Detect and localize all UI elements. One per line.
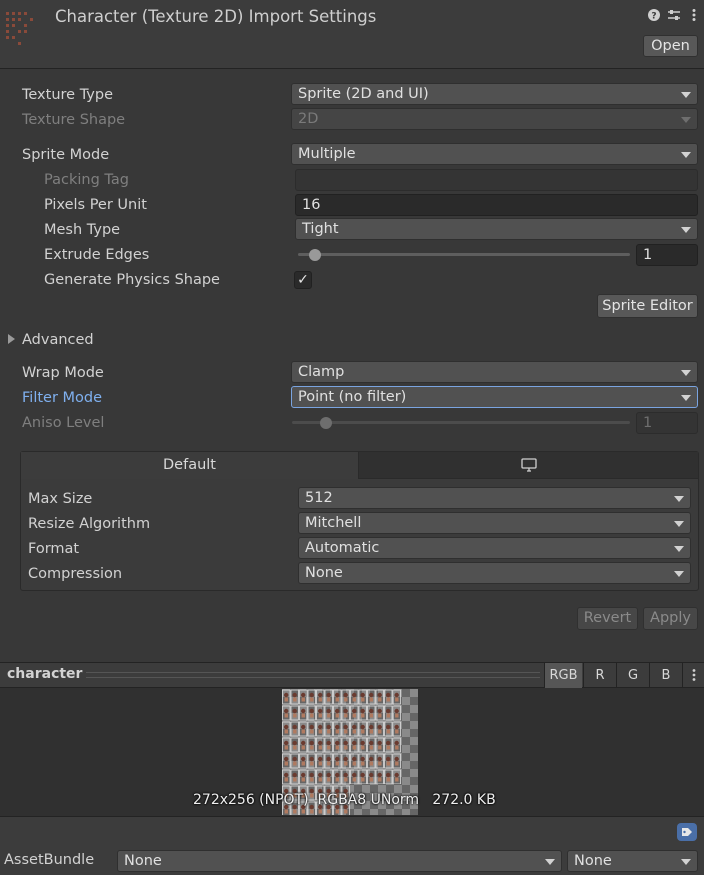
chevron-down-icon (681, 859, 691, 865)
texture-shape-label: Texture Shape (22, 112, 126, 128)
compression-dropdown[interactable]: None (298, 562, 691, 584)
mesh-type-label: Mesh Type (44, 222, 121, 238)
resize-algorithm-value: Mitchell (305, 515, 362, 531)
chevron-down-icon (674, 521, 684, 527)
sprite-editor-button[interactable]: Sprite Editor (597, 294, 698, 318)
chevron-down-icon (681, 370, 691, 376)
sprite-mode-value: Multiple (298, 146, 356, 162)
pixels-per-unit-field[interactable]: 16 (295, 194, 698, 216)
channel-b-button[interactable]: B (649, 663, 682, 688)
aniso-level-slider-knob (319, 417, 332, 429)
channel-g-button[interactable]: G (616, 663, 649, 688)
more-icon[interactable] (686, 8, 702, 24)
chevron-down-icon (674, 546, 684, 552)
format-label: Format (28, 541, 80, 557)
extrude-edges-label: Extrude Edges (44, 247, 150, 263)
format-value: Automatic (305, 540, 380, 556)
pixels-per-unit-label: Pixels Per Unit (44, 197, 147, 213)
aniso-level-field: 1 (636, 412, 698, 434)
aniso-level-slider-track (292, 421, 630, 424)
asset-bundle-label: AssetBundle (4, 852, 95, 868)
channel-rgb-button[interactable]: RGB (544, 663, 582, 688)
packing-tag-label: Packing Tag (44, 172, 129, 188)
chevron-down-icon (674, 571, 684, 577)
wrap-mode-label: Wrap Mode (22, 365, 104, 381)
filter-mode-label: Filter Mode (22, 390, 103, 406)
asset-bundle-variant-dropdown[interactable]: None (567, 850, 698, 872)
max-size-dropdown[interactable]: 512 (298, 487, 691, 509)
format-dropdown[interactable]: Automatic (298, 537, 691, 559)
resize-algorithm-dropdown[interactable]: Mitchell (298, 512, 691, 534)
expand-arrow-icon[interactable] (8, 334, 15, 344)
max-size-label: Max Size (28, 491, 93, 507)
compression-label: Compression (28, 566, 123, 582)
open-button[interactable]: Open (643, 35, 698, 57)
resize-algorithm-label: Resize Algorithm (28, 516, 151, 532)
wrap-mode-dropdown[interactable]: Clamp (291, 361, 698, 383)
generate-physics-shape-checkbox[interactable]: ✓ (294, 271, 312, 289)
tab-standalone[interactable] (359, 452, 698, 479)
asset-bundle-name-dropdown[interactable]: None (117, 850, 562, 872)
chevron-down-icon (674, 496, 684, 502)
chevron-down-icon (681, 227, 691, 233)
apply-button[interactable]: Apply (643, 607, 698, 630)
chevron-down-icon (545, 859, 555, 865)
filter-mode-dropdown[interactable]: Point (no filter) (291, 386, 698, 408)
preview-drag-handle[interactable] (86, 672, 540, 678)
channel-r-button[interactable]: R (583, 663, 616, 688)
texture-type-label: Texture Type (22, 87, 113, 103)
svg-text:?: ? (651, 12, 656, 22)
compression-value: None (305, 565, 343, 581)
mesh-type-dropdown[interactable]: Tight (295, 218, 698, 240)
revert-button[interactable]: Revert (577, 607, 638, 630)
extrude-edges-slider-knob[interactable] (308, 249, 321, 261)
texture-thumbnail (4, 8, 40, 48)
aniso-level-label: Aniso Level (22, 415, 105, 431)
asset-bundle-variant-value: None (574, 853, 612, 869)
filter-mode-value: Point (no filter) (298, 389, 407, 405)
inspector-title: Character (Texture 2D) Import Settings (55, 7, 377, 26)
texture-type-value: Sprite (2D and UI) (298, 86, 429, 102)
chevron-down-icon (681, 152, 691, 158)
asset-bundle-name-value: None (124, 853, 162, 869)
generate-physics-shape-label: Generate Physics Shape (44, 272, 220, 288)
extrude-edges-slider-track[interactable] (298, 253, 630, 256)
preset-icon[interactable] (666, 8, 682, 24)
advanced-foldout[interactable]: Advanced (22, 329, 94, 351)
label-tag-icon[interactable] (677, 823, 697, 841)
texture-shape-dropdown: 2D (291, 108, 698, 130)
wrap-mode-value: Clamp (298, 364, 345, 380)
preview-asset-name: character (7, 666, 83, 682)
chevron-down-icon (681, 92, 691, 98)
mesh-type-value: Tight (302, 221, 339, 237)
sprite-mode-label: Sprite Mode (22, 147, 110, 163)
chevron-down-icon (681, 395, 691, 401)
help-icon[interactable]: ? (646, 8, 662, 24)
sprite-mode-dropdown[interactable]: Multiple (291, 143, 698, 165)
texture-type-dropdown[interactable]: Sprite (2D and UI) (291, 83, 698, 105)
max-size-value: 512 (305, 490, 333, 506)
tab-default[interactable]: Default (21, 452, 359, 479)
extrude-edges-field[interactable]: 1 (636, 244, 698, 266)
texture-shape-value: 2D (298, 111, 319, 127)
preview-info-text: 272x256 (NPOT) RGBA8 UNorm 272.0 KB (193, 792, 496, 808)
preview-more-icon[interactable] (682, 663, 704, 688)
packing-tag-field (295, 169, 698, 191)
chevron-down-icon (681, 117, 691, 123)
monitor-icon (521, 458, 537, 472)
